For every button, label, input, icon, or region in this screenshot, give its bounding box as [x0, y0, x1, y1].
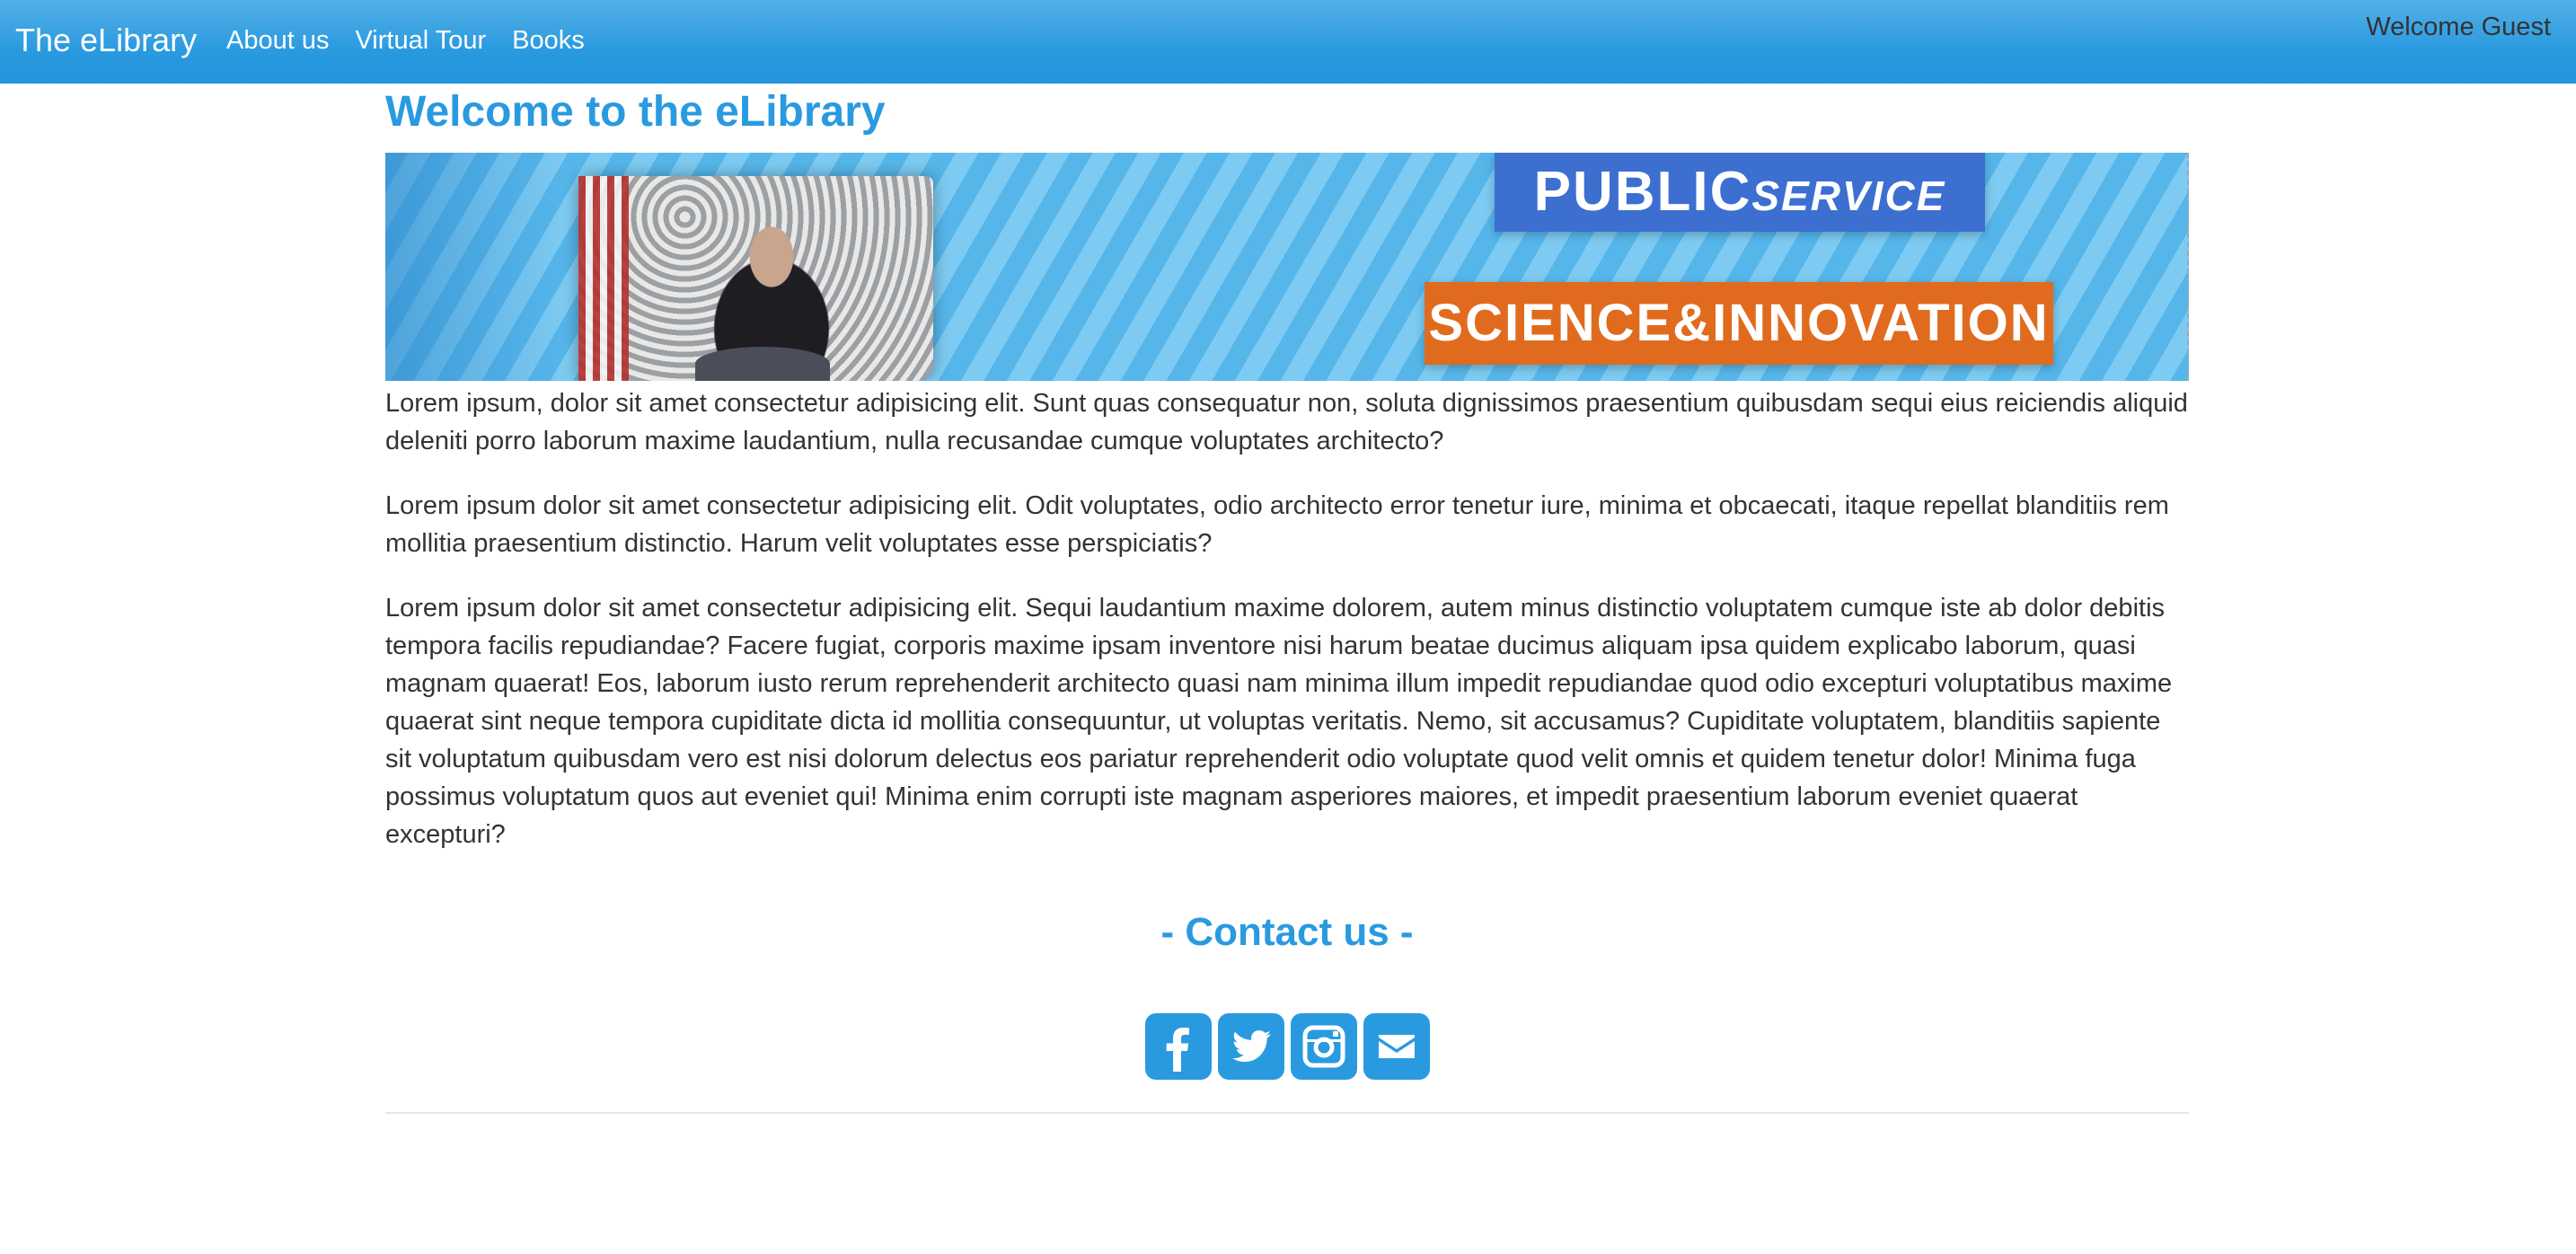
intro-paragraph-3: Lorem ipsum dolor sit amet consectetur a…	[385, 594, 2173, 849]
twitter-icon[interactable]	[1217, 1013, 1284, 1080]
twitter-glyph	[1231, 1030, 1271, 1062]
nav-link-virtual-tour[interactable]: Virtual Tour	[355, 18, 486, 63]
page-title: Welcome to the eLibrary	[385, 88, 886, 136]
nav-link-about-us[interactable]: About us	[226, 18, 329, 63]
nav-link-books[interactable]: Books	[512, 18, 585, 63]
flag-graphic	[578, 176, 629, 381]
banner-photo	[578, 176, 933, 381]
email-icon[interactable]	[1363, 1013, 1430, 1080]
nav-links: About us Virtual Tour Books	[226, 18, 611, 63]
brand-link[interactable]: The eLibrary	[15, 18, 197, 63]
welcome-user-text: Welcome Guest	[2366, 13, 2551, 41]
facebook-icon[interactable]	[1144, 1013, 1212, 1080]
facebook-glyph	[1166, 1028, 1189, 1072]
banner-shade	[385, 153, 565, 381]
banner-tag-service-text: SERVICE	[1751, 172, 1946, 219]
social-links	[385, 1013, 2189, 1080]
banner-tag-public-service: PUBLICSERVICE	[1495, 153, 1985, 232]
envelope-glyph	[1378, 1035, 1415, 1058]
instagram-icon[interactable]	[1290, 1013, 1357, 1080]
banner-tag-science: SCIENCE&INNOVATION	[1425, 282, 2053, 365]
banner-edge	[2184, 153, 2189, 381]
podium-graphic	[695, 347, 830, 381]
banner-tag-public-text: PUBLIC	[1533, 161, 1752, 223]
footer-divider	[385, 1112, 2189, 1114]
instagram-glyph	[1302, 1025, 1345, 1068]
contact-title: - Contact us -	[1160, 910, 1414, 954]
main-container: Welcome to the eLibrary PUBLICSERVICE SC…	[385, 84, 2189, 1114]
intro-paragraph-2: Lorem ipsum dolor sit amet consectetur a…	[385, 491, 2169, 558]
navbar: The eLibrary About us Virtual Tour Books…	[0, 0, 2576, 84]
intro-paragraph-1: Lorem ipsum, dolor sit amet consectetur …	[385, 389, 2188, 455]
hero-banner-image: PUBLICSERVICE SCIENCE&INNOVATION	[385, 153, 2189, 381]
